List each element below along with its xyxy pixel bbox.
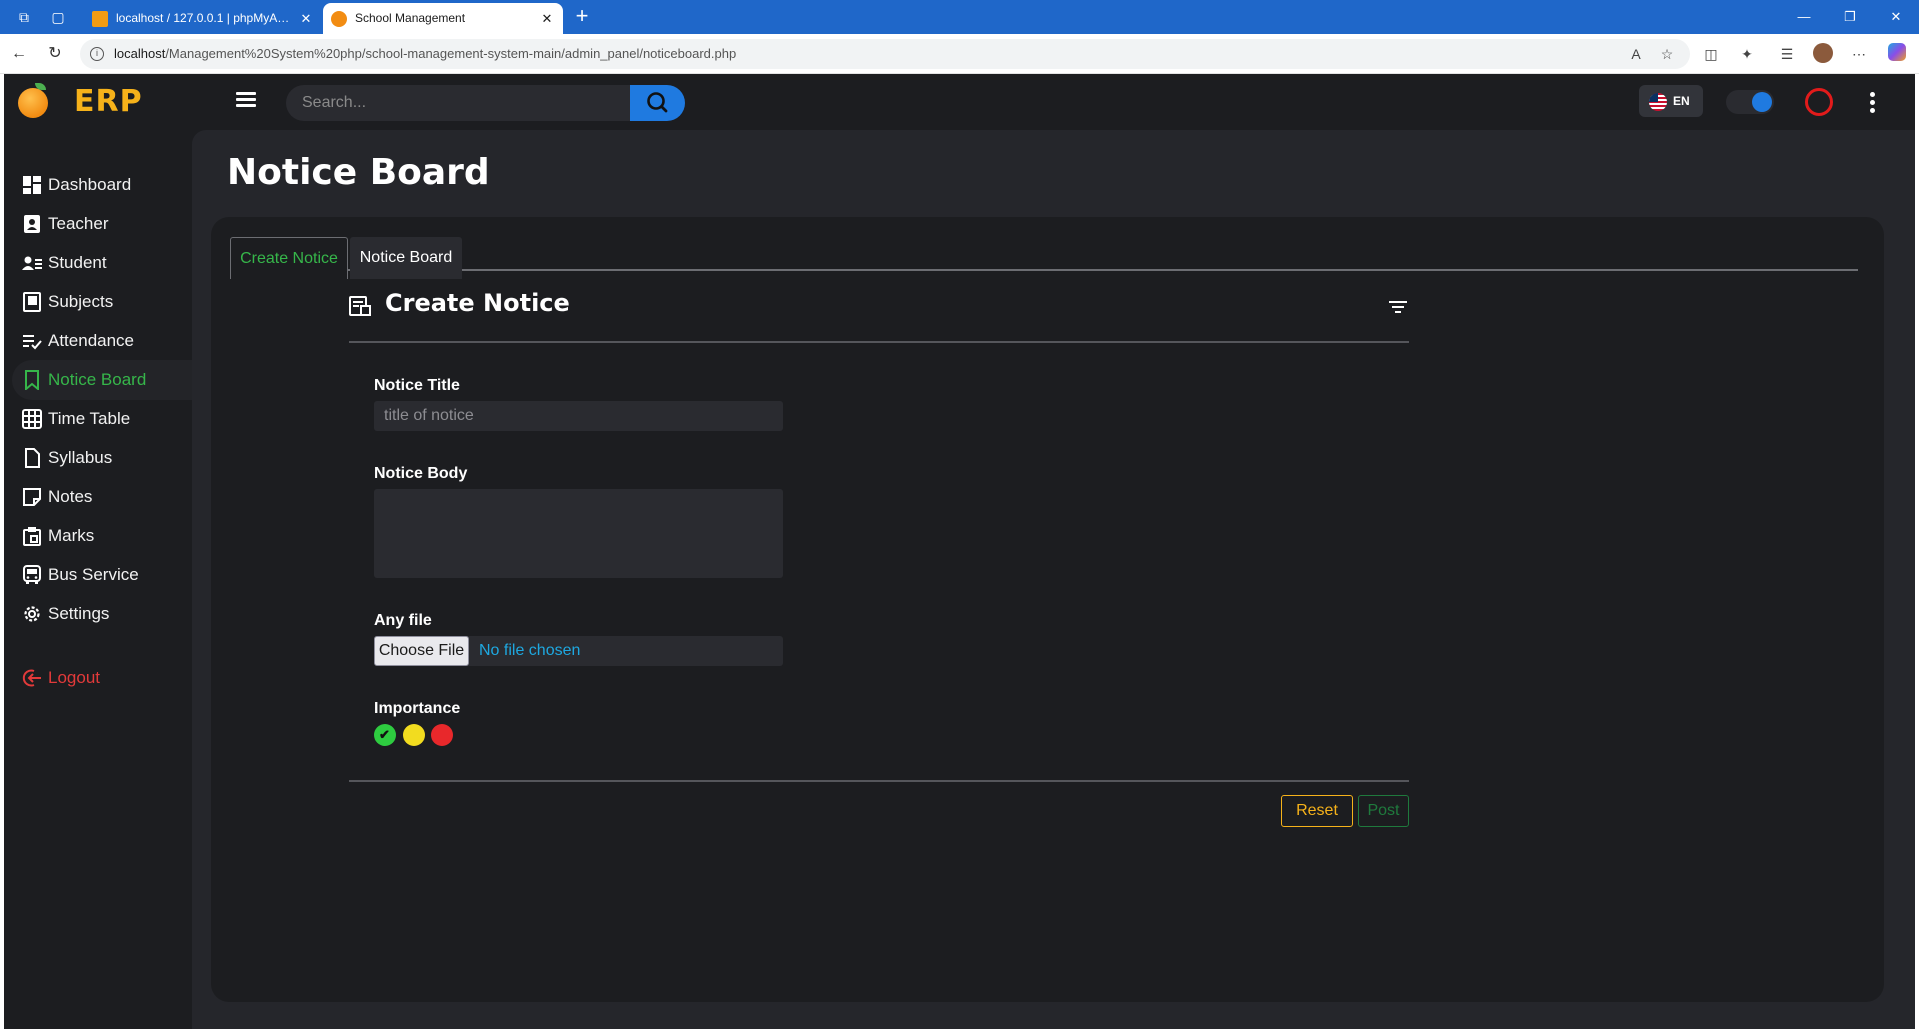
sidebar: Dashboard Teacher Student Subjects Atten… [4, 130, 234, 1029]
gear-icon [24, 606, 40, 622]
post-button[interactable]: Post [1358, 795, 1409, 827]
language-button[interactable]: EN [1639, 85, 1703, 117]
bus-icon [23, 565, 41, 584]
search-icon [647, 92, 668, 113]
sidebar-item-label: Settings [48, 604, 110, 623]
main-content: Notice Board Create Notice Notice Board … [192, 130, 1915, 1029]
favorite-star-icon[interactable]: ☆ [1656, 43, 1678, 65]
orange-logo-icon [18, 88, 48, 118]
sidebar-item-label: Dashboard [48, 175, 132, 194]
app-container: ERP EN Dashboard Teacher Studen [4, 74, 1915, 1029]
sidebar-item-label: Time Table [48, 409, 131, 428]
browser-tab-school-management[interactable]: School Management ✕ [323, 3, 563, 34]
form-divider-top [349, 341, 1409, 343]
notice-card: Create Notice Notice Board Create Notice… [211, 217, 1884, 1002]
refresh-icon[interactable]: ↻ [44, 43, 66, 65]
importance-yellow-radio[interactable] [403, 724, 425, 746]
importance-green-radio[interactable]: ✔ [374, 724, 396, 746]
tab-notice-board[interactable]: Notice Board [350, 237, 462, 279]
tab-actions-icon[interactable]: ▢ [48, 7, 68, 27]
sidebar-item-label: Subjects [48, 292, 114, 311]
logout-label: Logout [48, 668, 100, 687]
attendance-icon [23, 335, 42, 350]
choose-file-button[interactable]: Choose File [374, 636, 469, 666]
bookmark-icon [25, 370, 39, 390]
tab-create-notice[interactable]: Create Notice [230, 237, 348, 279]
url-path: /Management%20System%20php/school-manage… [165, 46, 737, 61]
language-label: EN [1673, 94, 1690, 108]
split-screen-icon[interactable]: ◫ [1700, 43, 1722, 65]
browser-address-bar: ← ↻ i localhost/Management%20System%20ph… [0, 34, 1919, 74]
sidebar-item-label: Syllabus [48, 448, 113, 467]
notice-title-label: Notice Title [374, 377, 460, 394]
toggle-knob [1752, 92, 1772, 112]
sidebar-item-label: Notice Board [48, 370, 147, 389]
minimize-button[interactable]: — [1781, 0, 1827, 34]
book-icon [23, 292, 41, 312]
sidebar-item-label: Bus Service [48, 565, 139, 584]
sidebar-item-label: Attendance [48, 331, 135, 350]
tabs-divider [230, 269, 1858, 271]
table-icon [22, 409, 42, 429]
sidebar-item-label: Notes [48, 487, 93, 506]
importance-red-radio[interactable] [431, 724, 453, 746]
form-heading: Create Notice [385, 289, 570, 317]
close-tab-icon[interactable]: ✕ [539, 3, 555, 34]
notice-body-textarea[interactable] [374, 489, 783, 578]
notice-document-icon [349, 296, 371, 316]
importance-label: Importance [374, 700, 461, 717]
kebab-menu-icon[interactable] [1870, 92, 1876, 114]
restore-button[interactable]: ❐ [1827, 0, 1873, 34]
search-button[interactable] [630, 85, 685, 121]
dashboard-icon [23, 176, 41, 194]
logo-text: ERP [74, 84, 143, 119]
file-input[interactable]: Choose File No file chosen [374, 636, 783, 666]
sidebar-item-label: Student [48, 253, 107, 272]
notice-body-label: Notice Body [374, 465, 468, 482]
us-flag-icon [1649, 93, 1667, 111]
tab-title: localhost / 127.0.0.1 | phpMyAdmi [116, 11, 292, 25]
document-icon [25, 448, 40, 468]
logout-icon [22, 669, 41, 687]
file-label: Any file [374, 612, 432, 629]
tab-title: School Management [355, 11, 466, 25]
close-tab-icon[interactable]: ✕ [298, 3, 314, 34]
teacher-icon [24, 215, 40, 233]
checkmark-icon: ✔ [379, 727, 390, 742]
notice-title-input[interactable] [374, 401, 783, 431]
reset-button[interactable]: Reset [1281, 795, 1353, 827]
filter-icon[interactable] [1389, 301, 1407, 315]
url-field[interactable]: i localhost/Management%20System%20php/sc… [80, 39, 1690, 69]
browser-tab-bar: ⧉ ▢ localhost / 127.0.0.1 | phpMyAdmi ✕ … [0, 0, 1919, 34]
workspaces-icon[interactable]: ⧉ [14, 7, 34, 27]
sidebar-item-label: Teacher [48, 214, 109, 233]
close-window-button[interactable]: ✕ [1873, 0, 1919, 34]
form-divider-bottom [349, 780, 1409, 782]
read-aloud-icon[interactable]: A [1625, 43, 1647, 65]
theme-toggle[interactable] [1726, 90, 1774, 114]
top-navbar: ERP EN [4, 74, 1915, 130]
orange-favicon [331, 11, 347, 27]
no-file-text: No file chosen [479, 642, 581, 659]
phpmyadmin-favicon [92, 11, 108, 27]
page-title: Notice Board [227, 152, 490, 193]
copilot-icon[interactable] [1886, 43, 1908, 65]
profile-avatar[interactable] [1812, 43, 1834, 65]
create-notice-form: Create Notice Notice Title Notice Body A… [349, 281, 1409, 981]
new-tab-button[interactable]: + [570, 5, 594, 29]
note-icon [23, 488, 41, 506]
search-input[interactable] [286, 85, 634, 121]
student-icon [22, 256, 42, 270]
favorites-icon[interactable]: ☰ [1776, 43, 1798, 65]
more-options-icon[interactable]: ⋯ [1848, 43, 1870, 65]
url-host: localhost [114, 46, 166, 61]
power-icon[interactable] [1805, 88, 1833, 116]
site-info-icon[interactable]: i [90, 47, 104, 61]
back-icon[interactable]: ← [8, 43, 30, 65]
browser-tab-phpmyadmin[interactable]: localhost / 127.0.0.1 | phpMyAdmi ✕ [84, 3, 322, 34]
marks-icon [23, 527, 41, 546]
extensions-icon[interactable]: ✦ [1736, 43, 1758, 65]
menu-toggle-icon[interactable] [236, 92, 256, 108]
sidebar-item-label: Marks [48, 526, 95, 545]
